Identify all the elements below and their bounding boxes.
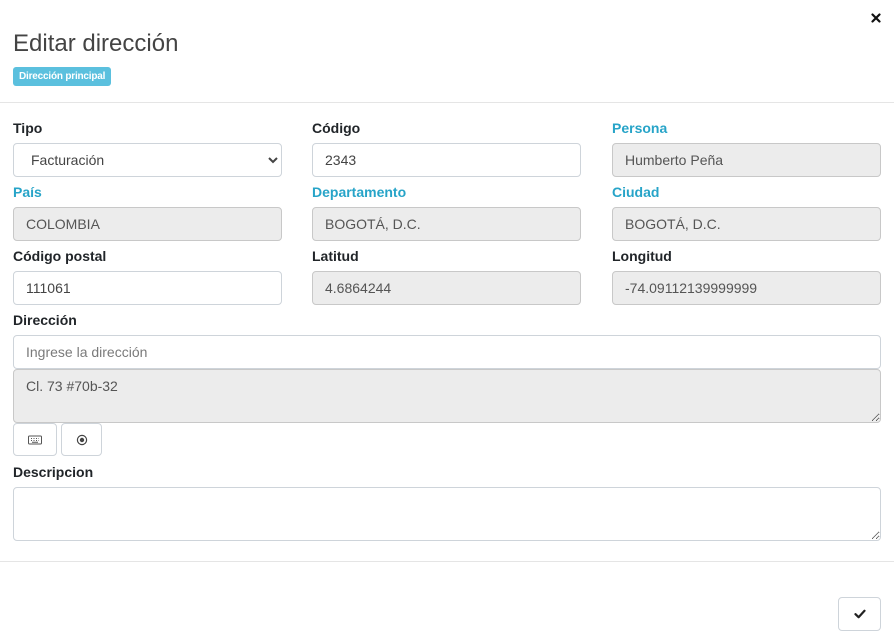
dialog-title: Editar dirección bbox=[13, 30, 179, 57]
primary-address-badge: Dirección principal bbox=[13, 67, 112, 86]
pais-field bbox=[13, 207, 282, 241]
departamento-label: Departamento bbox=[312, 184, 407, 200]
descripcion-label: Descripcion bbox=[13, 464, 94, 480]
location-target-icon bbox=[76, 434, 87, 445]
direccion-result-textarea: Cl. 73 #70b-32 bbox=[13, 369, 881, 423]
close-button[interactable] bbox=[866, 8, 886, 28]
longitud-field bbox=[612, 271, 881, 305]
header-divider bbox=[0, 102, 894, 103]
check-icon bbox=[853, 609, 866, 619]
codigo-label: Código bbox=[312, 120, 361, 136]
footer-divider bbox=[0, 561, 894, 562]
persona-label: Persona bbox=[612, 120, 668, 136]
codigo-postal-label: Código postal bbox=[13, 248, 107, 264]
keyboard-input-button[interactable] bbox=[13, 423, 57, 456]
direccion-search-input[interactable] bbox=[13, 335, 881, 369]
codigo-input[interactable] bbox=[312, 143, 581, 177]
tipo-select[interactable]: Facturación bbox=[13, 143, 282, 177]
close-icon bbox=[871, 13, 881, 23]
ciudad-label: Ciudad bbox=[612, 184, 660, 200]
direccion-label: Dirección bbox=[13, 312, 77, 328]
descripcion-textarea[interactable] bbox=[13, 487, 881, 541]
longitud-label: Longitud bbox=[612, 248, 672, 264]
locate-button[interactable] bbox=[61, 423, 102, 456]
keyboard-icon bbox=[28, 435, 42, 444]
pais-label: País bbox=[13, 184, 42, 200]
latitud-field bbox=[312, 271, 581, 305]
latitud-label: Latitud bbox=[312, 248, 359, 264]
ciudad-field bbox=[612, 207, 881, 241]
confirm-button[interactable] bbox=[838, 597, 881, 631]
persona-field bbox=[612, 143, 881, 177]
codigo-postal-input[interactable] bbox=[13, 271, 282, 305]
tipo-label: Tipo bbox=[13, 120, 43, 136]
departamento-field bbox=[312, 207, 581, 241]
